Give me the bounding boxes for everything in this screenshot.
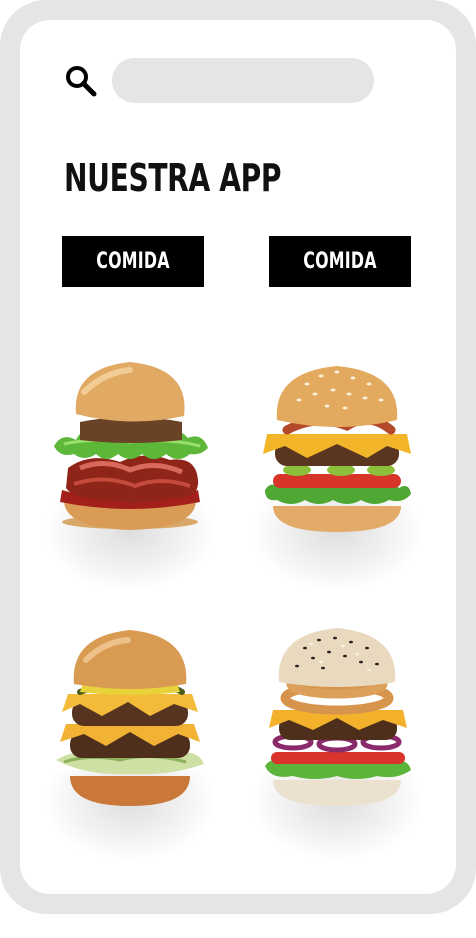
burger-sesame-cheese-image — [263, 366, 411, 532]
category-button-comida-2[interactable]: COMIDA — [269, 236, 411, 287]
product-card[interactable] — [35, 620, 225, 870]
page-title: NUESTRA APP — [64, 156, 282, 200]
category-button-label: COMIDA — [303, 249, 377, 274]
burger-onion-ring-image — [265, 628, 411, 806]
category-button-comida-1[interactable]: COMIDA — [62, 236, 204, 287]
phone-frame: NUESTRA APP COMIDA COMIDA — [0, 0, 476, 914]
search-input[interactable] — [112, 58, 374, 103]
burger-double-cheese-image — [56, 630, 204, 806]
search-icon[interactable] — [64, 64, 98, 98]
product-card[interactable] — [242, 350, 432, 600]
burger-bacon-image — [54, 362, 208, 530]
product-card[interactable] — [242, 620, 432, 870]
category-button-label: COMIDA — [96, 249, 170, 274]
product-card[interactable] — [35, 350, 225, 600]
app-screen: NUESTRA APP COMIDA COMIDA — [20, 20, 456, 894]
